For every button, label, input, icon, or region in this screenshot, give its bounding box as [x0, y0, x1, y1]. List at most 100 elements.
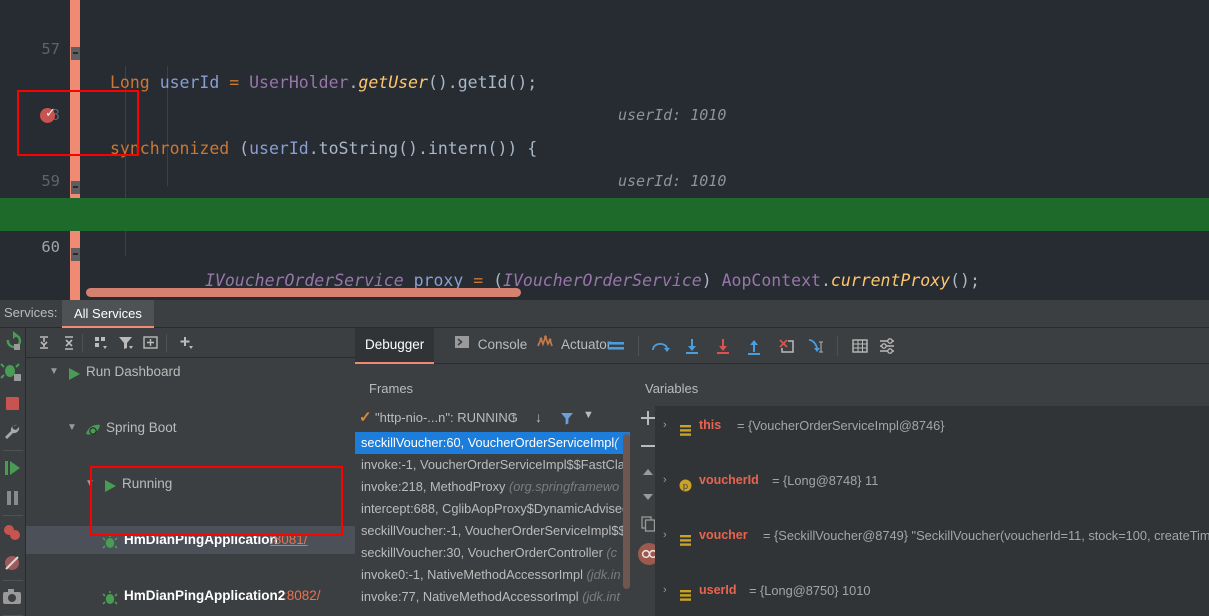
- editor-line-59[interactable]: 59 // 获得代理对象(事务): [0, 132, 1209, 224]
- idea-window: 57 Long userId = UserHolder.getUser().ge…: [0, 0, 1209, 616]
- settings-wrench-icon[interactable]: [0, 418, 26, 448]
- inlay-hint-58: userId: 1010: [618, 172, 727, 190]
- services-panel: ▼ Run Dashboard ▼ Spring Boot ▼ Running: [26, 328, 355, 616]
- toolbar-divider: [3, 515, 23, 516]
- chevron-down-icon[interactable]: ▼: [48, 358, 60, 386]
- frame-label: invoke:77, NativeMethodAccessorImpl: [361, 589, 583, 604]
- tree-item-port-link[interactable]: :8082/: [283, 582, 321, 610]
- tree-item-running[interactable]: ▼ Running: [26, 470, 355, 498]
- rerun-icon[interactable]: [0, 328, 26, 358]
- drop-frame-icon[interactable]: [774, 336, 796, 356]
- chevron-right-icon[interactable]: ›: [663, 412, 675, 439]
- variable-row-voucher[interactable]: › voucher = {SeckillVoucher@8749} "Secki…: [655, 522, 1209, 549]
- pause-program-icon[interactable]: [0, 483, 26, 513]
- debug-rerun-icon[interactable]: [0, 358, 26, 388]
- filter-icon[interactable]: [559, 410, 575, 431]
- frames-pane[interactable]: ✓ "http-nio-...n": RUNNING ↑ ↓ ▼ seckill…: [355, 406, 630, 616]
- services-label: Services:: [4, 305, 58, 320]
- frame-package: (jdk.in: [586, 567, 621, 582]
- breakpoint-icon[interactable]: ✓: [40, 106, 56, 123]
- frame-label: invoke:-1, VoucherOrderServiceImpl$$Fast…: [361, 457, 625, 472]
- chevron-down-icon[interactable]: ▼: [66, 414, 78, 442]
- arrow-up-icon[interactable]: ↑: [510, 409, 517, 425]
- resume-program-icon[interactable]: [0, 453, 26, 483]
- expand-all-icon[interactable]: [34, 334, 54, 352]
- frame-package: (jdk.int: [582, 589, 620, 604]
- editor-line-60-current[interactable]: 60 IVoucherOrderService proxy = (IVouche…: [0, 198, 1209, 290]
- step-out-icon[interactable]: [743, 336, 765, 356]
- settings-list-icon[interactable]: [877, 336, 899, 356]
- evaluate-expression-icon[interactable]: [849, 336, 871, 356]
- tree-item-spring-boot[interactable]: ▼ Spring Boot: [26, 414, 355, 442]
- services-panel-toolbar[interactable]: [26, 328, 355, 358]
- frames-vertical-scrollbar[interactable]: [623, 434, 630, 589]
- parameter-icon: p: [679, 474, 692, 492]
- tree-item-hmdianpingapplication2[interactable]: HmDianPingApplication2 :8082/: [26, 582, 355, 610]
- debug-tab-bar[interactable]: Debugger Console Actuator: [355, 328, 1209, 364]
- tab-console[interactable]: Console: [445, 328, 537, 364]
- view-breakpoints-icon[interactable]: [0, 518, 26, 548]
- thread-selector[interactable]: "http-nio-...n": RUNNING: [375, 410, 518, 425]
- variable-name: userId: [699, 583, 737, 597]
- force-step-into-icon[interactable]: [712, 336, 734, 356]
- editor-horizontal-scrollbar[interactable]: [86, 288, 521, 297]
- frame-row[interactable]: invoke:77, NativeMethodAccessorImpl (jdk…: [355, 586, 630, 608]
- frame-package: (c: [606, 545, 618, 560]
- group-by-icon[interactable]: [91, 334, 111, 352]
- code-fold-marker[interactable]: [71, 47, 80, 60]
- editor-line-58[interactable]: 58 synchronized (userId.toString().inter…: [0, 66, 1209, 190]
- breakpoint-verified-check-icon: ✓: [45, 106, 56, 121]
- frame-row[interactable]: invoke0:-1, NativeMethodAccessorImpl (jd…: [355, 564, 630, 586]
- step-over-icon[interactable]: [650, 336, 672, 356]
- step-into-icon[interactable]: [681, 336, 703, 356]
- run-to-cursor-icon[interactable]: [805, 336, 827, 356]
- toolbar-divider: [3, 450, 23, 451]
- variable-row-voucherid[interactable]: › p voucherId = {Long@8748} 11: [655, 467, 1209, 494]
- arrow-down-icon[interactable]: ↓: [535, 409, 542, 425]
- chevron-down-icon[interactable]: ▼: [583, 409, 594, 421]
- frame-label: seckillVoucher:60, VoucherOrderServiceIm…: [361, 435, 615, 450]
- variables-pane[interactable]: › this = {VoucherOrderServiceImpl@8746} …: [655, 406, 1209, 616]
- add-tab-icon[interactable]: [141, 334, 161, 352]
- frame-row[interactable]: seckillVoucher:60, VoucherOrderServiceIm…: [355, 432, 630, 454]
- tree-item-port-link[interactable]: :8081/: [270, 526, 308, 554]
- chevron-right-icon[interactable]: ›: [663, 577, 675, 604]
- chevron-down-icon[interactable]: ▼: [84, 470, 96, 498]
- frame-row[interactable]: seckillVoucher:30, VoucherOrderControlle…: [355, 542, 630, 564]
- frames-toolbar[interactable]: ✓ "http-nio-...n": RUNNING ↑ ↓ ▼: [355, 406, 630, 432]
- chevron-right-icon[interactable]: ›: [663, 522, 675, 549]
- chevron-right-icon[interactable]: ›: [663, 467, 675, 494]
- tab-all-services[interactable]: All Services: [62, 300, 154, 328]
- actuator-icon: [537, 328, 553, 362]
- frame-label: seckillVoucher:-1, VoucherOrderServiceIm…: [361, 523, 626, 538]
- services-tree[interactable]: ▼ Run Dashboard ▼ Spring Boot ▼ Running: [26, 358, 355, 616]
- code-fold-marker[interactable]: [71, 248, 80, 261]
- code-fold-marker[interactable]: [71, 181, 80, 194]
- stop-icon[interactable]: [0, 388, 26, 418]
- tab-debugger[interactable]: Debugger: [355, 328, 435, 364]
- filter-icon[interactable]: [116, 334, 136, 352]
- frame-row[interactable]: invoke:-1, VoucherOrderServiceImpl$$Fast…: [355, 454, 630, 476]
- code-editor[interactable]: 57 Long userId = UserHolder.getUser().ge…: [0, 0, 1209, 300]
- frame-label: invoke0:-1, NativeMethodAccessorImpl: [361, 567, 587, 582]
- inlay-hint-57: userId: 1010: [618, 106, 727, 124]
- camera-icon[interactable]: [0, 583, 26, 613]
- variables-pane-header: Variables: [645, 381, 699, 396]
- variable-row-this[interactable]: › this = {VoucherOrderServiceImpl@8746}: [655, 412, 1209, 439]
- add-service-icon[interactable]: [176, 334, 196, 352]
- editor-line-57[interactable]: 57 Long userId = UserHolder.getUser().ge…: [0, 0, 1209, 124]
- tree-item-hmdianpingapplication[interactable]: HmDianPingApplication :8081/: [26, 526, 355, 554]
- show-execution-point-icon[interactable]: [605, 336, 627, 356]
- frame-label: intercept:688, CglibAopProxy$DynamicAdvi…: [361, 501, 630, 516]
- field-icon: [679, 529, 692, 546]
- frame-row[interactable]: intercept:688, CglibAopProxy$DynamicAdvi…: [355, 498, 630, 520]
- tab-actuator-label: Actuator: [561, 337, 612, 352]
- mute-breakpoints-icon[interactable]: [0, 548, 26, 578]
- tree-item-run-dashboard[interactable]: ▼ Run Dashboard: [26, 358, 355, 386]
- collapse-all-icon[interactable]: [59, 334, 79, 352]
- toolbar-divider: [638, 336, 639, 356]
- frame-row[interactable]: invoke:218, MethodProxy (org.springframe…: [355, 476, 630, 498]
- frame-row[interactable]: seckillVoucher:-1, VoucherOrderServiceIm…: [355, 520, 630, 542]
- debug-side-toolbar[interactable]: [0, 328, 26, 616]
- variable-row-userid[interactable]: › userId = {Long@8750} 1010: [655, 577, 1209, 604]
